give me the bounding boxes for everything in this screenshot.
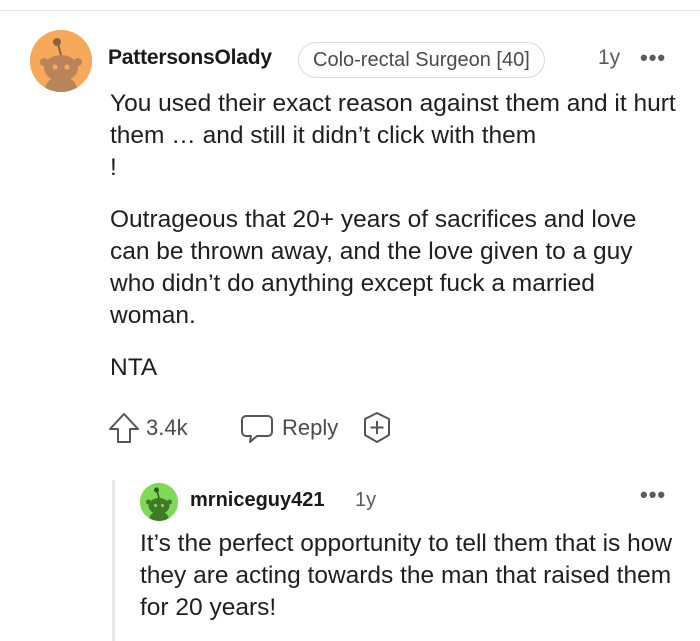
thread-line[interactable]	[112, 480, 115, 641]
upvote-button[interactable]: 3.4k	[108, 408, 188, 448]
comment-timestamp: 1y	[598, 46, 621, 69]
top-divider	[0, 10, 700, 11]
upvote-arrow-icon[interactable]	[108, 411, 140, 445]
more-options-icon[interactable]: •••	[640, 484, 666, 506]
award-button[interactable]	[360, 408, 394, 448]
reply-timestamp: 1y	[355, 489, 377, 511]
snoo-avatar-icon[interactable]	[30, 30, 92, 92]
comment-paragraph: Outrageous that 20+ years of sacrifices …	[110, 206, 637, 329]
reply-author[interactable]: mrniceguy421	[190, 489, 325, 512]
comment-paragraph: You used their exact reason against them…	[110, 90, 676, 181]
user-flair: Colo-rectal Surgeon [40]	[298, 42, 545, 78]
upvote-count: 3.4k	[146, 415, 188, 440]
comment-paragraph: NTA	[110, 354, 158, 381]
comment-actions: 3.4k Reply	[108, 408, 668, 448]
award-plus-icon[interactable]	[360, 411, 394, 445]
comment-author[interactable]: PattersonsOlady	[108, 46, 272, 70]
reply-body: It’s the perfect opportunity to tell the…	[140, 530, 673, 621]
reply-label: Reply	[282, 415, 339, 440]
more-options-icon[interactable]: •••	[640, 47, 666, 69]
comment-body: You used their exact reason against them…	[110, 88, 680, 404]
speech-bubble-icon[interactable]	[240, 411, 274, 445]
reply-button[interactable]: Reply	[240, 408, 338, 448]
snoo-avatar-icon[interactable]	[140, 483, 178, 521]
